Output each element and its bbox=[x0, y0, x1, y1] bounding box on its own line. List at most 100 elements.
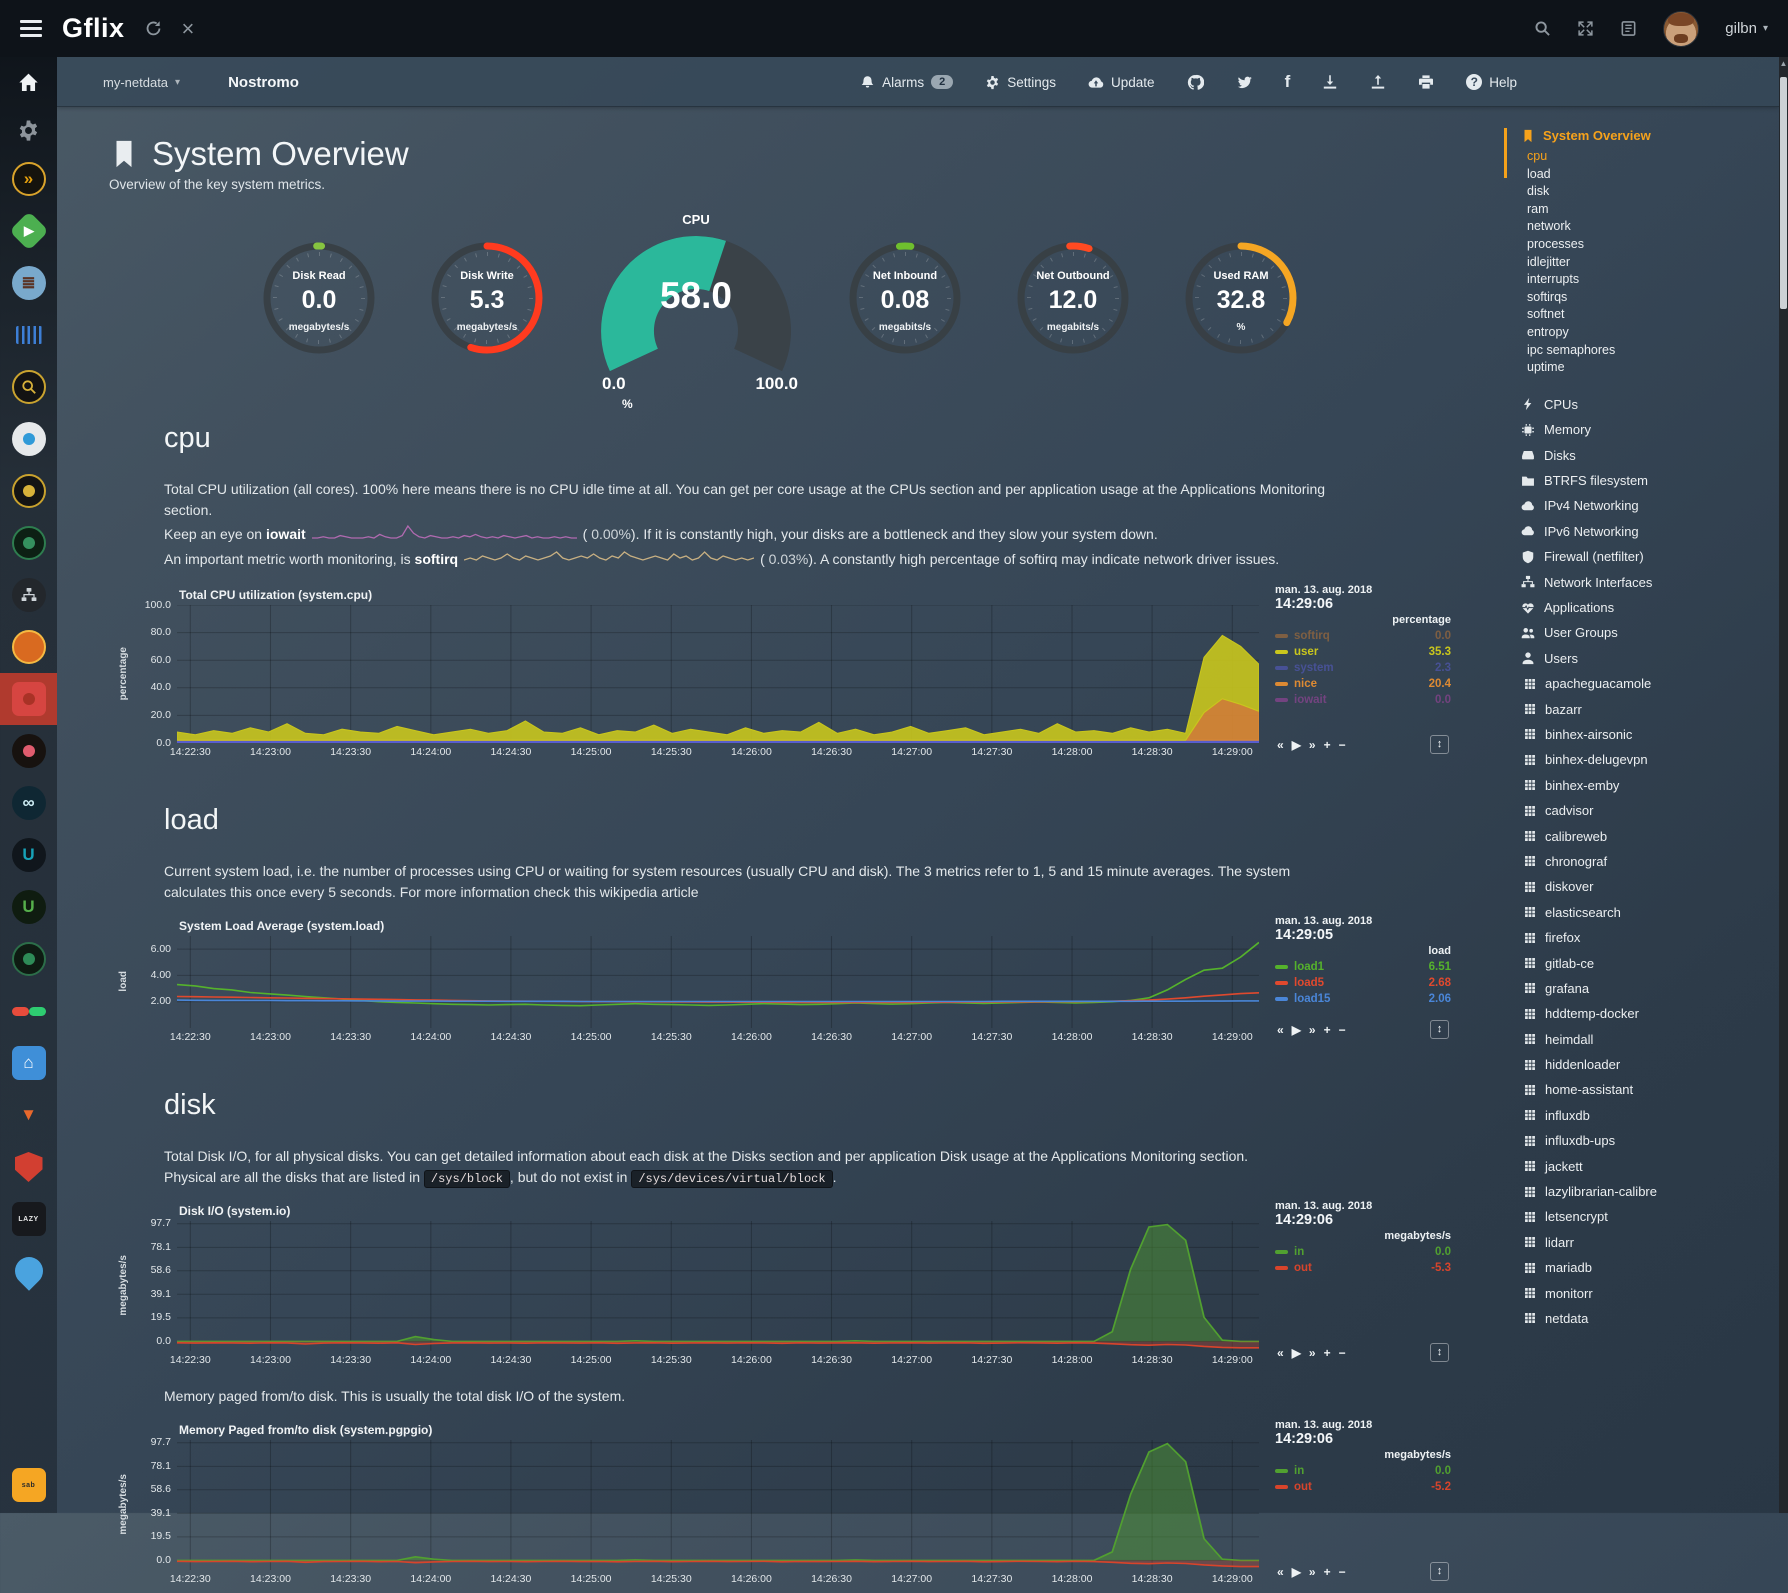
submenu-item-softnet[interactable]: softnet bbox=[1490, 306, 1776, 324]
news-icon[interactable] bbox=[1620, 20, 1637, 37]
rail-app-app-red-shield[interactable] bbox=[0, 1141, 57, 1193]
menu-item-users[interactable]: Users bbox=[1490, 646, 1776, 671]
play-button[interactable]: ▶ bbox=[1292, 738, 1301, 752]
rail-app-app-x-yellow[interactable] bbox=[0, 465, 57, 517]
menu-item-memory[interactable]: Memory bbox=[1490, 417, 1776, 442]
plot-area[interactable] bbox=[177, 1440, 1259, 1570]
resize-handle[interactable]: ↕ bbox=[1430, 735, 1449, 754]
menu-item-btrfs-filesystem[interactable]: BTRFS filesystem bbox=[1490, 468, 1776, 493]
settings-button[interactable] bbox=[0, 107, 57, 153]
plot-area[interactable] bbox=[177, 1221, 1259, 1351]
menu-app-diskover[interactable]: diskover bbox=[1490, 874, 1776, 899]
pan-forward-button[interactable]: » bbox=[1309, 738, 1316, 752]
menu-app-netdata[interactable]: netdata bbox=[1490, 1306, 1776, 1331]
gauge-net-inbound[interactable]: Net Inbound0.08megabits/s bbox=[840, 238, 970, 358]
update-button[interactable]: Update bbox=[1088, 74, 1155, 90]
menu-item-ipv4-networking[interactable]: IPv4 Networking bbox=[1490, 493, 1776, 518]
pan-backward-button[interactable]: « bbox=[1277, 738, 1284, 752]
pan-backward-button[interactable]: « bbox=[1277, 1346, 1284, 1360]
legend-iowait[interactable]: iowait0.0 bbox=[1275, 694, 1451, 706]
menu-app-mariadb[interactable]: mariadb bbox=[1490, 1255, 1776, 1280]
zoom-out-button[interactable]: − bbox=[1339, 1565, 1346, 1579]
rail-app-active-app[interactable] bbox=[0, 673, 57, 725]
menu-system-overview[interactable]: System Overview bbox=[1490, 128, 1776, 143]
zoom-in-button[interactable]: + bbox=[1324, 1565, 1331, 1579]
play-button[interactable]: ▶ bbox=[1292, 1565, 1301, 1579]
rail-app-firefox[interactable] bbox=[0, 621, 57, 673]
rail-app-emby[interactable]: ▶ bbox=[0, 205, 57, 257]
search-icon[interactable] bbox=[1534, 20, 1551, 37]
pan-forward-button[interactable]: » bbox=[1309, 1023, 1316, 1037]
zoom-in-button[interactable]: + bbox=[1324, 738, 1331, 752]
submenu-item-entropy[interactable]: entropy bbox=[1490, 324, 1776, 342]
resize-handle[interactable]: ↕ bbox=[1430, 1343, 1449, 1362]
download-icon[interactable] bbox=[1322, 74, 1338, 90]
rail-app-sabnzbd[interactable]: sab bbox=[0, 1459, 57, 1511]
menu-app-elasticsearch[interactable]: elasticsearch bbox=[1490, 900, 1776, 925]
menu-app-binhex-emby[interactable]: binhex-emby bbox=[1490, 773, 1776, 798]
legend-load1[interactable]: load16.51 bbox=[1275, 961, 1451, 973]
pan-forward-button[interactable]: » bbox=[1309, 1565, 1316, 1579]
submenu-item-idlejitter[interactable]: idlejitter bbox=[1490, 254, 1776, 272]
rail-app-app-infinity[interactable]: ∞ bbox=[0, 777, 57, 829]
submenu-item-disk[interactable]: disk bbox=[1490, 183, 1776, 201]
menu-app-gitlab-ce[interactable]: gitlab-ce bbox=[1490, 950, 1776, 975]
rail-app-app-berries[interactable] bbox=[0, 725, 57, 777]
menu-app-binhex-delugevpn[interactable]: binhex-delugevpn bbox=[1490, 747, 1776, 772]
menu-app-bazarr[interactable]: bazarr bbox=[1490, 696, 1776, 721]
rail-app-app-x-white[interactable] bbox=[0, 413, 57, 465]
rail-app-lazylibrarian[interactable]: LAZY bbox=[0, 1193, 57, 1245]
legend-in[interactable]: in0.0 bbox=[1275, 1246, 1451, 1258]
menu-app-cadvisor[interactable]: cadvisor bbox=[1490, 798, 1776, 823]
hostname[interactable]: Nostromo bbox=[228, 74, 299, 91]
plot-area[interactable] bbox=[177, 936, 1259, 1028]
menu-app-hddtemp-docker[interactable]: hddtemp-docker bbox=[1490, 1001, 1776, 1026]
home-button[interactable] bbox=[0, 57, 57, 107]
legend-out[interactable]: out-5.3 bbox=[1275, 1262, 1451, 1274]
menu-app-grafana[interactable]: grafana bbox=[1490, 976, 1776, 1001]
rail-app-home-assistant[interactable]: ⌂ bbox=[0, 1037, 57, 1089]
menu-app-firefox[interactable]: firefox bbox=[1490, 925, 1776, 950]
zoom-out-button[interactable]: − bbox=[1339, 1346, 1346, 1360]
pan-backward-button[interactable]: « bbox=[1277, 1023, 1284, 1037]
refresh-icon[interactable] bbox=[145, 20, 162, 37]
menu-app-letsencrypt[interactable]: letsencrypt bbox=[1490, 1204, 1776, 1229]
legend-out[interactable]: out-5.2 bbox=[1275, 1481, 1451, 1493]
print-icon[interactable] bbox=[1418, 74, 1434, 90]
legend-load15[interactable]: load152.06 bbox=[1275, 993, 1451, 1005]
submenu-item-load[interactable]: load bbox=[1490, 166, 1776, 184]
plot-area[interactable] bbox=[177, 605, 1259, 743]
gauge-disk-write[interactable]: Disk Write5.3megabytes/s bbox=[422, 238, 552, 358]
pan-backward-button[interactable]: « bbox=[1277, 1565, 1284, 1579]
menu-item-disks[interactable]: Disks bbox=[1490, 443, 1776, 468]
legend-load5[interactable]: load52.68 bbox=[1275, 977, 1451, 989]
scrollbar[interactable]: ▲ bbox=[1779, 57, 1788, 1513]
menu-app-lidarr[interactable]: lidarr bbox=[1490, 1230, 1776, 1255]
submenu-item-network[interactable]: network bbox=[1490, 218, 1776, 236]
rail-app-app-pills[interactable] bbox=[0, 985, 57, 1037]
menu-item-ipv6-networking[interactable]: IPv6 Networking bbox=[1490, 519, 1776, 544]
menu-app-binhex-airsonic[interactable]: binhex-airsonic bbox=[1490, 722, 1776, 747]
rail-app-app-drop[interactable] bbox=[0, 1245, 57, 1297]
play-button[interactable]: ▶ bbox=[1292, 1346, 1301, 1360]
rail-app-app-green-ring[interactable] bbox=[0, 517, 57, 569]
rail-app-gitlab[interactable]: ▼ bbox=[0, 1089, 57, 1141]
zoom-out-button[interactable]: − bbox=[1339, 1023, 1346, 1037]
resize-handle[interactable]: ↕ bbox=[1430, 1020, 1449, 1039]
submenu-item-uptime[interactable]: uptime bbox=[1490, 359, 1776, 377]
menu-icon[interactable] bbox=[20, 20, 42, 37]
rail-app-plex[interactable]: » bbox=[0, 153, 57, 205]
pan-forward-button[interactable]: » bbox=[1309, 1346, 1316, 1360]
menu-item-firewall-netfilter-[interactable]: Firewall (netfilter) bbox=[1490, 544, 1776, 569]
submenu-item-ram[interactable]: ram bbox=[1490, 201, 1776, 219]
registry-dropdown[interactable]: my-netdata ▾ bbox=[103, 75, 180, 90]
settings-button[interactable]: Settings bbox=[985, 75, 1056, 90]
twitter-icon[interactable] bbox=[1236, 74, 1253, 91]
legend-system[interactable]: system2.3 bbox=[1275, 662, 1451, 674]
menu-app-heimdall[interactable]: heimdall bbox=[1490, 1026, 1776, 1051]
legend-softirq[interactable]: softirq0.0 bbox=[1275, 630, 1451, 642]
scrollbar-thumb[interactable] bbox=[1780, 77, 1787, 309]
submenu-item-softirqs[interactable]: softirqs bbox=[1490, 289, 1776, 307]
menu-item-cpus[interactable]: CPUs bbox=[1490, 392, 1776, 417]
app-title[interactable]: Gflix bbox=[62, 13, 125, 44]
